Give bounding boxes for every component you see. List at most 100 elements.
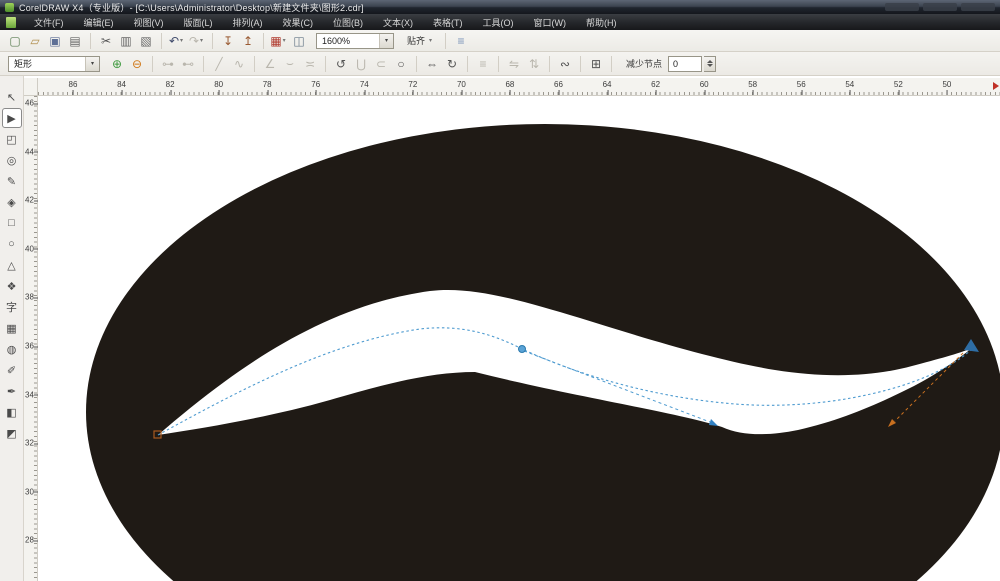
ruler-origin-button[interactable] bbox=[24, 78, 38, 96]
break-curve-button[interactable]: ⊷ bbox=[179, 55, 197, 73]
import-button[interactable]: ↧ bbox=[219, 32, 237, 50]
hruler-label: 52 bbox=[893, 80, 903, 95]
elastic-mode-button[interactable]: ∾ bbox=[556, 55, 574, 73]
spinner-up-icon[interactable] bbox=[706, 60, 713, 63]
save-document-button[interactable]: ▣ bbox=[46, 32, 64, 50]
eyedropper-tool[interactable]: ✐ bbox=[3, 361, 21, 379]
vertical-reflect-nodes-button[interactable]: ⇅ bbox=[525, 55, 543, 73]
save-document-icon: ▣ bbox=[49, 33, 61, 48]
curve-middle-node[interactable] bbox=[518, 345, 526, 353]
menu-item-text[interactable]: 文本(X) bbox=[373, 14, 423, 31]
shape-tool-icon: ▶ bbox=[7, 112, 16, 125]
menu-item-window[interactable]: 窗口(W) bbox=[524, 14, 577, 31]
print-button[interactable]: ▤ bbox=[66, 32, 84, 50]
extend-curve-to-close-button[interactable]: ⋃ bbox=[352, 55, 370, 73]
reduce-nodes-input[interactable]: 0 bbox=[668, 55, 703, 72]
redo-button[interactable]: ↷ ▾ bbox=[188, 32, 206, 50]
hruler-label: 62 bbox=[651, 80, 661, 95]
zoom-tool[interactable]: ◎ bbox=[3, 151, 21, 169]
convert-to-curve-button[interactable]: ∿ bbox=[230, 55, 248, 73]
canvas[interactable] bbox=[38, 96, 1000, 581]
blend-tool[interactable]: ◍ bbox=[3, 340, 21, 358]
menu-item-view[interactable]: 视图(V) bbox=[124, 14, 174, 31]
shape-type-combo-arrow-icon[interactable]: ▾ bbox=[85, 56, 99, 71]
shape-tool[interactable]: ▶ bbox=[1, 108, 22, 128]
horizontal-ruler[interactable]: 86 84 82 80 78 76 74 72 70 68 66 64 62 60 58 56 54 52 50 bbox=[38, 78, 1000, 96]
undo-button[interactable]: ↶ ▾ bbox=[168, 32, 186, 50]
interactive-fill-tool[interactable]: ◩ bbox=[3, 424, 21, 442]
fill-tool[interactable]: ◧ bbox=[3, 403, 21, 421]
snap-to-button[interactable]: 贴齐 ▾ bbox=[402, 32, 439, 49]
basic-shapes-tool[interactable]: ❖ bbox=[3, 277, 21, 295]
menu-item-layout[interactable]: 版面(L) bbox=[174, 14, 223, 31]
outline-pen-tool[interactable]: ✒ bbox=[3, 382, 21, 400]
select-all-nodes-button[interactable]: ⊞ bbox=[587, 55, 605, 73]
join-two-nodes-button[interactable]: ⊶ bbox=[159, 55, 177, 73]
vertical-ruler[interactable]: 46 44 42 40 38 36 34 32 30 28 bbox=[24, 96, 39, 581]
redo-dropdown-arrow-icon[interactable]: ▾ bbox=[198, 37, 205, 44]
cusp-node-button[interactable]: ∠ bbox=[261, 55, 279, 73]
smooth-node-icon: ⌣ bbox=[286, 56, 294, 70]
copy-button[interactable]: ▥ bbox=[117, 32, 135, 50]
snap-dropdown-arrow-icon[interactable]: ▾ bbox=[427, 37, 434, 44]
text-tool[interactable]: 字 bbox=[3, 298, 21, 316]
freehand-tool[interactable]: ✎ bbox=[3, 172, 21, 190]
menu-item-effects[interactable]: 效果(C) bbox=[273, 14, 324, 31]
export-button[interactable]: ↥ bbox=[239, 32, 257, 50]
menu-item-tools[interactable]: 工具(O) bbox=[473, 14, 524, 31]
cusp-node-icon: ∠ bbox=[264, 56, 276, 71]
smooth-node-button[interactable]: ⌣ bbox=[281, 55, 299, 73]
reverse-direction-button[interactable]: ↺ bbox=[332, 55, 350, 73]
maximize-button[interactable] bbox=[923, 3, 957, 11]
toolbar-separator bbox=[90, 32, 91, 49]
application-launcher-dropdown-arrow-icon[interactable]: ▾ bbox=[281, 37, 288, 44]
application-launcher-button[interactable]: ▦ ▾ bbox=[270, 32, 288, 50]
pick-tool[interactable]: ↖ bbox=[3, 88, 21, 106]
print-icon: ▤ bbox=[69, 33, 81, 48]
ellipse-tool[interactable]: ○ bbox=[3, 235, 21, 253]
new-document-button[interactable]: ▢ bbox=[6, 32, 24, 50]
menu-item-help[interactable]: 帮助(H) bbox=[576, 14, 627, 31]
zoom-level-combo-arrow-icon[interactable]: ▾ bbox=[379, 33, 393, 48]
menu-item-table[interactable]: 表格(T) bbox=[423, 14, 473, 31]
align-nodes-button[interactable]: ≡ bbox=[474, 55, 492, 73]
hruler-label: 56 bbox=[796, 80, 806, 95]
crop-tool[interactable]: ◰ bbox=[3, 130, 21, 148]
reduce-nodes-spinner[interactable] bbox=[704, 55, 717, 72]
menu-item-bitmaps[interactable]: 位图(B) bbox=[323, 14, 373, 31]
hruler-label: 86 bbox=[68, 80, 78, 95]
app-icon bbox=[5, 2, 14, 12]
snap-to-label: 贴齐 bbox=[407, 36, 426, 46]
stretch-nodes-button[interactable]: ⇔ bbox=[423, 55, 441, 73]
hruler-label: 84 bbox=[117, 80, 126, 95]
polygon-tool[interactable]: △ bbox=[3, 256, 21, 274]
toolbox: ↖ ▶ ◰ ◎ ✎ ◈ □ ○ △ ❖ 字 ▦ ◍ ✐ ✒ ◧ ◩ bbox=[0, 76, 24, 581]
shape-type-combo[interactable]: 矩形 ▾ bbox=[8, 55, 100, 72]
spinner-down-icon[interactable] bbox=[706, 64, 713, 67]
open-document-button[interactable]: ▱ bbox=[26, 32, 44, 50]
options-button[interactable]: ≡ bbox=[452, 32, 470, 50]
menu-item-file[interactable]: 文件(F) bbox=[24, 14, 74, 31]
paste-button[interactable]: ▧ bbox=[137, 32, 155, 50]
welcome-screen-button[interactable]: ◫ bbox=[290, 32, 308, 50]
smart-fill-tool[interactable]: ◈ bbox=[3, 193, 21, 211]
delete-node-button[interactable]: ⊖ bbox=[128, 55, 146, 73]
undo-dropdown-arrow-icon[interactable]: ▾ bbox=[178, 37, 185, 44]
convert-to-line-button[interactable]: ╱ bbox=[210, 55, 228, 73]
add-node-button[interactable]: ⊕ bbox=[108, 55, 126, 73]
symmetrical-node-button[interactable]: ≍ bbox=[301, 55, 319, 73]
zoom-level-combo[interactable]: 1600% ▾ bbox=[316, 32, 394, 49]
vruler-label: 32 bbox=[25, 438, 39, 448]
rotate-skew-nodes-button[interactable]: ↻ bbox=[443, 55, 461, 73]
rectangle-tool[interactable]: □ bbox=[3, 214, 21, 232]
cut-button[interactable]: ✂ bbox=[97, 32, 115, 50]
minimize-button[interactable] bbox=[885, 3, 919, 11]
menu-item-arrange[interactable]: 排列(A) bbox=[223, 14, 273, 31]
vruler-label: 42 bbox=[25, 195, 39, 205]
table-tool[interactable]: ▦ bbox=[3, 319, 21, 337]
extract-subpath-button[interactable]: ⊂ bbox=[372, 55, 390, 73]
close-curve-button[interactable]: ○ bbox=[392, 55, 410, 73]
menu-item-edit[interactable]: 编辑(E) bbox=[74, 14, 124, 31]
horizontal-reflect-nodes-button[interactable]: ⇋ bbox=[505, 55, 523, 73]
close-button[interactable] bbox=[961, 3, 995, 11]
